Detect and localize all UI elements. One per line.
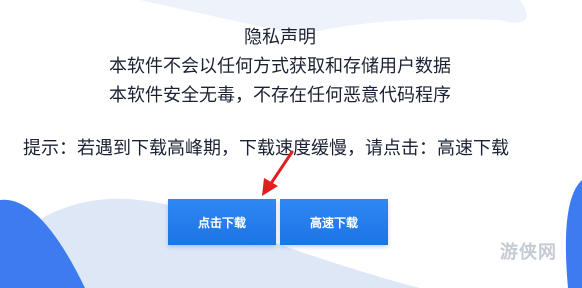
watermark-logo: 游侠网 [500, 242, 557, 263]
privacy-line-2: 本软件安全无毒，不存在任何恶意代码程序 [109, 85, 451, 106]
privacy-line-1: 本软件不会以任何方式获取和存储用户数据 [109, 56, 451, 77]
fast-download-button[interactable]: 高速下载 [280, 199, 388, 245]
privacy-title: 隐私声明 [244, 27, 316, 48]
download-tip: 提示：若遇到下载高峰期，下载速度缓慢，请点击：高速下载 [23, 138, 509, 159]
click-download-button[interactable]: 点击下载 [168, 199, 276, 245]
